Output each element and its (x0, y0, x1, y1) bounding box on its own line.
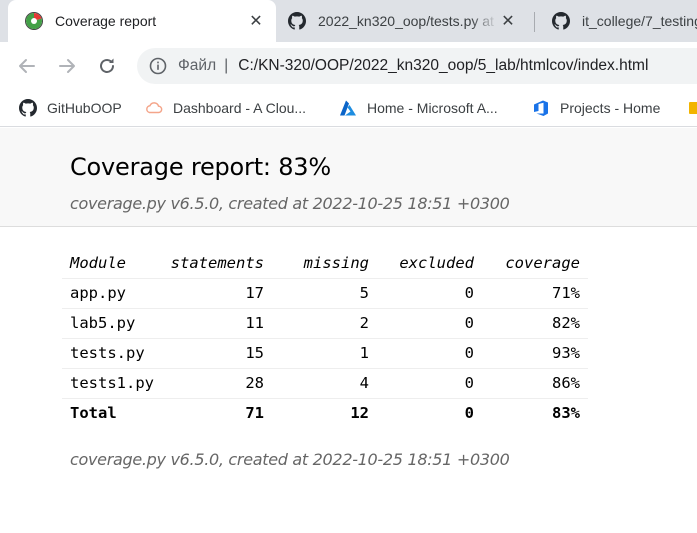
statements-cell: 15 (162, 338, 272, 369)
statements-cell: 17 (162, 278, 272, 309)
tab-github-it-college[interactable]: it_college/7_testing (540, 0, 697, 42)
column-header-missing[interactable]: missing (272, 248, 377, 279)
bookmark-githuboop[interactable]: GitHubOOP (19, 96, 122, 120)
total-missing: 12 (350, 404, 369, 423)
bookmark-microsoft-azure[interactable]: Home - Microsoft A... (339, 96, 498, 120)
bookmark-dashboard[interactable]: Dashboard - A Clou... (145, 96, 306, 120)
forward-button[interactable] (53, 52, 81, 80)
cloud-icon (146, 102, 163, 114)
reload-button[interactable] (93, 52, 121, 80)
total-row: Total 71 12 0 83% (62, 398, 588, 428)
bookmark-label: Projects - Home (560, 100, 661, 116)
address-separator: | (224, 57, 229, 74)
github-icon (552, 12, 570, 30)
report-subtitle: coverage.py v6.5.0, created at 2022-10-2… (70, 194, 510, 213)
coverage-cell: 93% (482, 338, 588, 369)
arrow-right-icon (59, 59, 75, 73)
total-excluded: 0 (464, 404, 474, 423)
bookmarks-bar: GitHubOOP Dashboard - A Clou... Home - M… (0, 89, 697, 127)
page-title: Coverage report: 83% (70, 153, 331, 181)
bookmark-label: GitHubOOP (47, 100, 122, 116)
total-statements: 71 (245, 404, 264, 423)
column-header-coverage[interactable]: coverage (482, 248, 588, 279)
module-link[interactable]: tests.py (62, 338, 162, 369)
table-row: app.py 17 5 0 71% (62, 278, 588, 309)
reload-icon (100, 58, 114, 73)
devops-icon (534, 100, 548, 116)
github-icon (288, 12, 306, 30)
tab-title: Coverage report (55, 13, 157, 29)
column-header-excluded[interactable]: excluded (377, 248, 482, 279)
close-tab-icon[interactable]: ✕ (498, 11, 518, 31)
missing-cell: 4 (272, 368, 377, 399)
excluded-cell: 0 (377, 308, 482, 339)
excluded-cell: 0 (377, 338, 482, 369)
azure-icon (340, 100, 356, 116)
report-header: Coverage report: 83% coverage.py v6.5.0,… (0, 128, 697, 227)
tab-strip: Coverage report ✕ 2022_kn320_oop/tests.p… (0, 0, 697, 42)
missing-cell: 2 (272, 308, 377, 339)
module-link[interactable]: tests1.py (62, 368, 162, 399)
excluded-cell: 0 (377, 368, 482, 399)
tab-separator (534, 12, 535, 32)
module-link[interactable]: app.py (62, 278, 162, 309)
excluded-cell: 0 (377, 278, 482, 309)
browser-toolbar: Файл | C:/KN-320/OOP/2022_kn320_oop/5_la… (0, 42, 697, 89)
table-row: lab5.py 11 2 0 82% (62, 308, 588, 339)
address-url[interactable]: C:/KN-320/OOP/2022_kn320_oop/5_lab/htmlc… (238, 57, 648, 75)
column-header-module[interactable]: Module (62, 248, 162, 279)
back-button[interactable] (13, 52, 41, 80)
table-row: tests.py 15 1 0 93% (62, 338, 588, 369)
github-icon (19, 99, 37, 117)
coverage-cell: 82% (482, 308, 588, 339)
total-coverage: 83% (552, 404, 580, 423)
bookmark-label: Dashboard - A Clou... (173, 100, 307, 116)
module-link[interactable]: lab5.py (62, 308, 162, 339)
coverage-cell: 71% (482, 278, 588, 309)
statements-cell: 11 (162, 308, 272, 339)
table-row: tests1.py 28 4 0 86% (62, 368, 588, 399)
tab-github-tests[interactable]: 2022_kn320_oop/tests.py at ✕ (280, 0, 528, 42)
info-icon[interactable] (149, 57, 167, 75)
missing-cell: 5 (272, 278, 377, 309)
coverage-favicon (25, 12, 43, 30)
arrow-left-icon (19, 59, 35, 73)
total-label: Total (70, 404, 117, 423)
table-header-row: Module statements missing excluded cover… (62, 248, 588, 279)
missing-cell: 1 (272, 338, 377, 369)
coverage-table: Module statements missing excluded cover… (62, 248, 588, 428)
tab-title: it_college/7_testing (582, 13, 697, 29)
address-bar[interactable]: Файл | C:/KN-320/OOP/2022_kn320_oop/5_la… (137, 48, 697, 84)
tab-coverage-report[interactable]: Coverage report ✕ (8, 0, 276, 42)
statements-cell: 28 (162, 368, 272, 399)
report-footer: coverage.py v6.5.0, created at 2022-10-2… (70, 450, 510, 469)
close-tab-icon[interactable]: ✕ (246, 11, 266, 31)
folder-icon (689, 102, 697, 114)
tab-title: 2022_kn320_oop/tests.py at (318, 13, 494, 29)
bookmark-folder[interactable] (688, 96, 697, 120)
column-header-statements[interactable]: statements (162, 248, 272, 279)
bookmark-projects-home[interactable]: Projects - Home (532, 96, 660, 120)
bookmark-label: Home - Microsoft A... (367, 100, 498, 116)
address-scheme-label: Файл (178, 57, 217, 74)
coverage-cell: 86% (482, 368, 588, 399)
